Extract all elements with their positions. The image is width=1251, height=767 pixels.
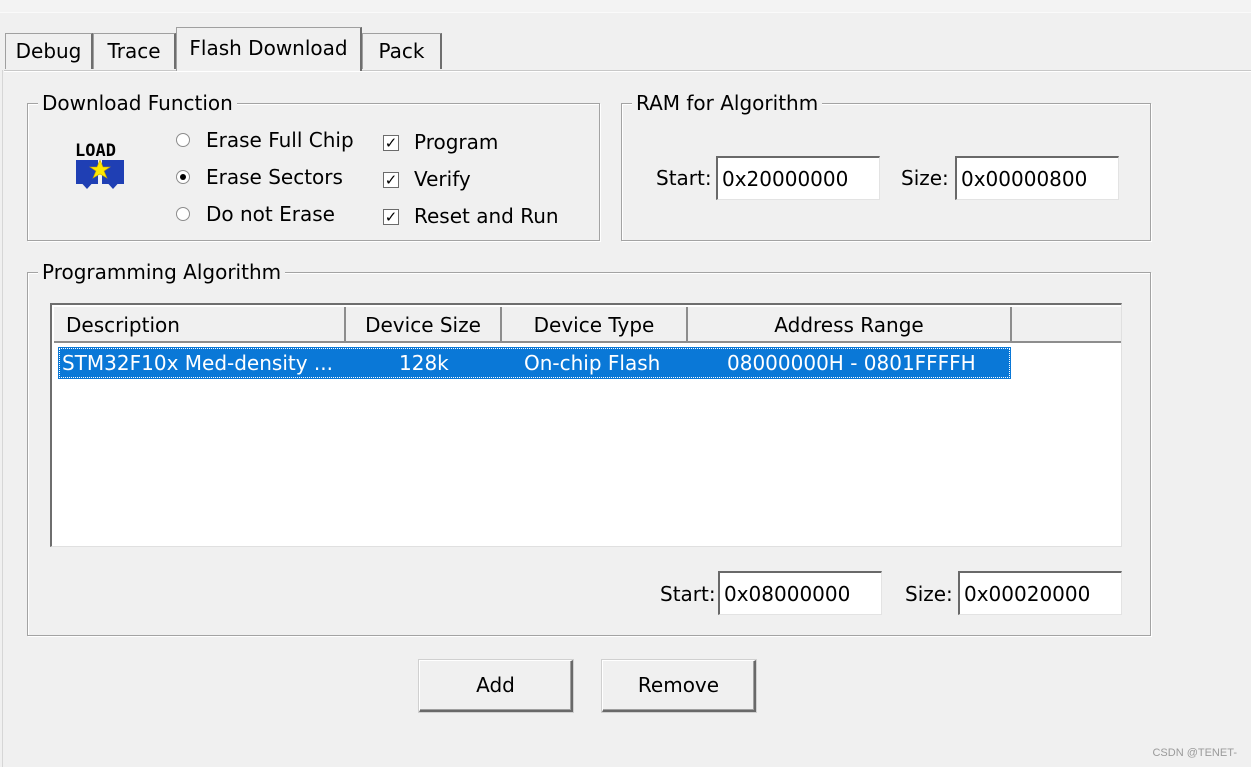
check-reset-and-run-box[interactable]: ✓ <box>383 209 399 225</box>
algorithm-size-label: Size: <box>905 582 953 606</box>
radio-erase-sectors-button[interactable] <box>176 170 190 184</box>
row-description: STM32F10x Med-density ... <box>62 351 333 375</box>
check-program-box[interactable]: ✓ <box>383 135 399 151</box>
radio-erase-full-chip-label: Erase Full Chip <box>206 128 354 152</box>
svg-text:LOAD: LOAD <box>75 141 116 161</box>
row-device-size: 128k <box>399 351 449 375</box>
radio-erase-full-chip-button[interactable] <box>176 133 190 147</box>
remove-button[interactable]: Remove <box>602 660 756 712</box>
ram-for-algorithm-group: RAM for Algorithm Start: Size: <box>621 90 1151 241</box>
radio-do-not-erase-button[interactable] <box>176 207 190 221</box>
watermark: CSDN @TENET- <box>1152 747 1237 759</box>
radio-erase-sectors-label: Erase Sectors <box>206 165 343 189</box>
tab-trace[interactable]: Trace <box>93 33 176 69</box>
ram-start-label: Start: <box>656 166 712 190</box>
download-function-group: Download Function LOAD Erase Full Chip E… <box>27 90 600 241</box>
algorithm-size-input[interactable] <box>958 571 1122 615</box>
column-filler <box>1012 307 1121 343</box>
column-device-size[interactable]: Device Size <box>346 307 502 343</box>
column-address-range[interactable]: Address Range <box>688 307 1012 343</box>
ram-start-input[interactable] <box>716 156 880 200</box>
tab-pack[interactable]: Pack <box>362 33 442 69</box>
ram-size-input[interactable] <box>955 156 1119 200</box>
check-verify-box[interactable]: ✓ <box>383 172 399 188</box>
check-verify-label: Verify <box>414 167 471 191</box>
add-button[interactable]: Add <box>419 660 573 712</box>
load-icon: LOAD <box>74 139 130 191</box>
dialog-left-edge <box>2 70 3 767</box>
column-device-type[interactable]: Device Type <box>502 307 688 343</box>
row-device-type: On-chip Flash <box>524 351 661 375</box>
tab-debug[interactable]: Debug <box>5 33 93 69</box>
download-function-title: Download Function <box>38 90 237 116</box>
ram-size-label: Size: <box>901 166 949 190</box>
window-top-strip <box>0 0 1251 13</box>
check-program-label: Program <box>414 130 499 154</box>
tab-flash-download[interactable]: Flash Download <box>176 27 362 71</box>
programming-algorithm-title: Programming Algorithm <box>38 259 286 285</box>
column-description[interactable]: Description <box>54 307 346 343</box>
row-address-range: 08000000H - 0801FFFFH <box>727 351 976 375</box>
check-reset-and-run-label: Reset and Run <box>414 204 559 228</box>
table-row[interactable]: STM32F10x Med-density ... 128k On-chip F… <box>58 347 1011 379</box>
radio-do-not-erase-label: Do not Erase <box>206 202 335 226</box>
ram-for-algorithm-title: RAM for Algorithm <box>632 90 823 116</box>
algorithm-start-label: Start: <box>660 582 716 606</box>
algorithm-list[interactable]: Description Device Size Device Type Addr… <box>50 303 1122 547</box>
algorithm-start-input[interactable] <box>718 571 882 615</box>
